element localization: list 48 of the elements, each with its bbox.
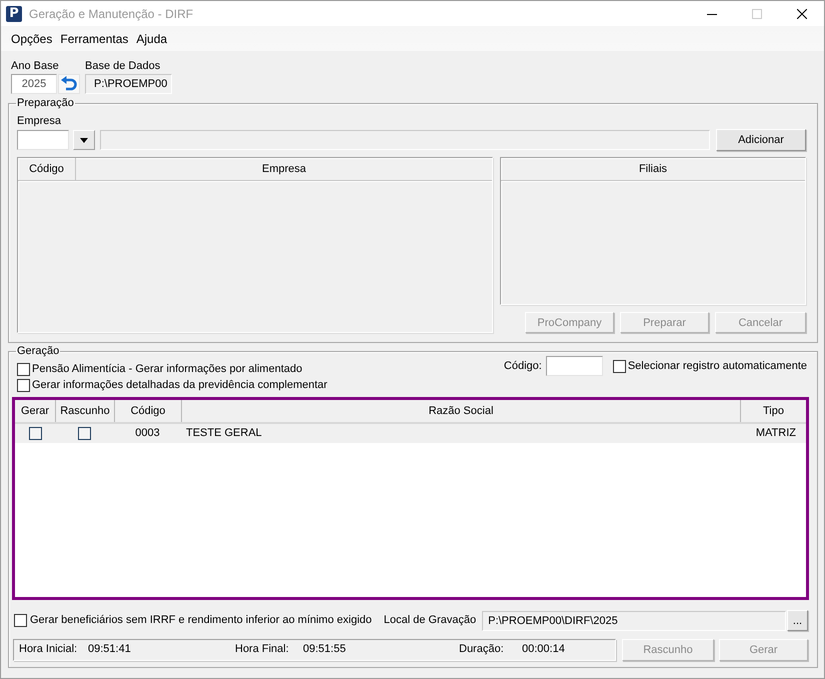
checkbox-label[interactable]: Selecionar registro automaticamente	[628, 360, 807, 372]
menu-item[interactable]: Opções	[7, 32, 56, 46]
input-field[interactable]	[17, 130, 69, 150]
field-label: Base de Dados	[85, 60, 162, 73]
checkbox[interactable]	[28, 427, 42, 440]
column-header: Empresa	[260, 162, 308, 177]
menu-item[interactable]: Ajuda	[132, 32, 172, 46]
maximize-icon	[752, 8, 762, 18]
status-label: Hora Inicial:	[19, 643, 78, 656]
input-field[interactable]: 2025	[11, 74, 57, 94]
status-value: 00:00:14	[522, 643, 566, 656]
table-cell-text: TESTE GERAL	[185, 426, 263, 441]
checkbox[interactable]	[14, 614, 27, 627]
undo-icon	[60, 76, 78, 92]
group-title: Geração	[16, 344, 60, 358]
table-row[interactable]: 0003 TESTE GERAL MATRIZ	[15, 424, 806, 443]
field-label: Local de Gravação	[384, 614, 476, 627]
app-logo: P	[6, 6, 22, 22]
checkbox-label[interactable]: Gerar informações detalhadas da previdência complementar	[32, 378, 328, 392]
checkbox-label[interactable]: Gerar beneficiários sem IRRF e rendimento inferior ao mínimo exigido	[30, 614, 372, 627]
browse-button[interactable]: ...	[787, 610, 808, 631]
close-icon	[796, 8, 806, 18]
column-header: Código	[18, 158, 76, 180]
status-value: 09:51:41	[88, 643, 132, 656]
checkbox-label[interactable]: Pensão Alimentícia - Gerar informações por alimentado	[32, 362, 302, 376]
checkbox[interactable]	[17, 362, 30, 376]
input-field[interactable]	[546, 356, 603, 376]
checkbox[interactable]	[612, 360, 626, 372]
column-header: Filiais	[638, 162, 668, 177]
table-cell-text: 0003	[134, 426, 161, 441]
field-label: Ano Base	[11, 60, 60, 73]
status-value: 09:51:55	[303, 643, 347, 656]
field-label: Código:	[504, 360, 542, 372]
input-field: P:\PROEMP00	[85, 74, 172, 94]
menu-item[interactable]: Ferramentas	[56, 32, 132, 46]
status-label: Hora Final:	[235, 643, 290, 656]
caret-icon	[80, 138, 88, 142]
checkbox[interactable]	[17, 378, 30, 392]
table-cell-text: MATRIZ	[754, 426, 797, 441]
undo-button[interactable]	[58, 74, 80, 94]
window-title: Geração e Manutenção - DIRF	[29, 6, 194, 20]
dropdown-button[interactable]	[73, 130, 95, 150]
group-title: Preparação	[16, 96, 75, 110]
status-label: Duração:	[459, 643, 505, 656]
field-label: Empresa	[17, 115, 62, 128]
add-button[interactable]: Adicionar	[716, 129, 806, 151]
checkbox[interactable]	[78, 427, 91, 440]
input-field: P:\PROEMP00\DIRF\2025	[482, 610, 786, 630]
